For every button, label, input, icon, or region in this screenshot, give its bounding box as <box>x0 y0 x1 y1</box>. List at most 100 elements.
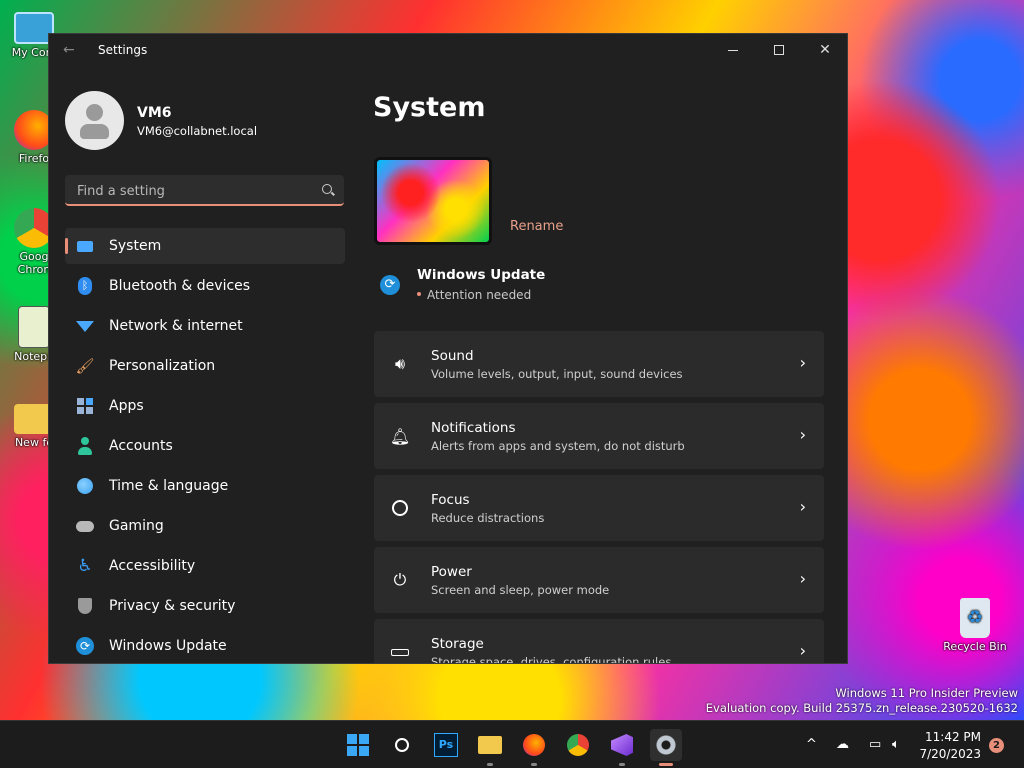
sidebar-item-label: Windows Update <box>109 638 227 654</box>
brush-icon: 🖌 <box>75 357 95 375</box>
recycle-bin-icon: ♻ <box>960 598 990 638</box>
avatar-head <box>86 104 103 121</box>
sidebar-item-personalization[interactable]: 🖌 Personalization <box>65 348 345 384</box>
sidebar-item-label: Privacy & security <box>109 598 236 614</box>
sidebar-nav: System ᛒ Bluetooth & devices Network & i… <box>65 228 345 663</box>
window-title: Settings <box>98 43 148 57</box>
card-title: Storage <box>431 636 484 652</box>
search-icon <box>395 738 409 752</box>
sidebar-item-time-language[interactable]: Time & language <box>65 468 345 504</box>
avatar[interactable] <box>65 91 124 150</box>
sidebar-item-privacy-security[interactable]: Privacy & security <box>65 588 345 624</box>
card-focus[interactable]: Focus Reduce distractions › <box>374 475 824 541</box>
bell-icon: 🔔︎ <box>389 426 411 446</box>
taskbar-settings[interactable] <box>650 729 682 766</box>
volume-icon[interactable]: 🔈︎ <box>892 737 900 752</box>
apps-icon <box>75 396 95 416</box>
sidebar-item-accounts[interactable]: Accounts <box>65 428 345 464</box>
card-subtitle: Volume levels, output, input, sound devi… <box>431 367 683 381</box>
maximize-icon <box>774 45 784 55</box>
taskbar: Ps ^ ☁ ▭ 🔈︎ 11:42 PM 7/20/2023 2 <box>0 720 1024 768</box>
wifi-icon <box>75 316 95 336</box>
notepad-icon <box>18 306 50 348</box>
sidebar-item-network-internet[interactable]: Network & internet <box>65 308 345 344</box>
update-icon: ⟳ <box>75 636 95 656</box>
power-icon: ⏻ <box>393 570 407 589</box>
taskbar-visual-studio[interactable] <box>606 729 638 766</box>
card-title: Sound <box>431 348 474 364</box>
sidebar-item-label: Gaming <box>109 518 164 534</box>
sidebar-item-apps[interactable]: Apps <box>65 388 345 424</box>
running-indicator <box>487 763 493 766</box>
windows-logo-icon <box>347 734 369 756</box>
minimize-icon <box>728 49 738 51</box>
title-bar[interactable]: ← Settings ✕ <box>49 34 847 66</box>
windows-update-status: Attention needed <box>427 288 532 302</box>
sidebar-item-label: Time & language <box>109 478 229 494</box>
focus-icon <box>389 497 411 519</box>
search-input[interactable] <box>75 181 309 201</box>
chrome-icon <box>567 734 589 756</box>
firefox-icon <box>523 734 545 756</box>
sidebar-item-label: Network & internet <box>109 318 243 334</box>
taskbar-firefox[interactable] <box>518 729 550 766</box>
os-edition-watermark: Windows 11 Pro Insider Preview <box>835 686 1018 700</box>
active-indicator <box>659 763 673 766</box>
search-box[interactable] <box>65 175 344 206</box>
card-storage[interactable]: Storage Storage space, drives, configura… <box>374 619 824 664</box>
card-title: Power <box>431 564 472 580</box>
card-subtitle: Storage space, drives, configuration rul… <box>431 655 672 664</box>
gear-icon <box>655 734 677 756</box>
profile-name: VM6 <box>137 105 172 121</box>
network-icon[interactable]: ▭ <box>869 737 881 752</box>
monitor-icon <box>75 236 95 256</box>
notification-badge[interactable]: 2 <box>989 738 1004 753</box>
taskbar-chrome[interactable] <box>562 729 594 761</box>
sidebar-item-label: Accessibility <box>109 558 196 574</box>
sidebar-item-label: Bluetooth & devices <box>109 278 251 294</box>
folder-icon <box>478 736 502 754</box>
sidebar-item-bluetooth-devices[interactable]: ᛒ Bluetooth & devices <box>65 268 345 304</box>
desktop-icon-recycle-bin[interactable]: ♻ Recycle Bin <box>943 598 1007 653</box>
minimize-button[interactable] <box>710 34 756 66</box>
back-arrow-icon[interactable]: ← <box>63 43 79 57</box>
search-icon[interactable] <box>322 184 332 194</box>
taskbar-photoshop[interactable]: Ps <box>430 729 462 761</box>
windows-update-title[interactable]: Windows Update <box>417 267 545 283</box>
sidebar-item-label: System <box>109 238 162 254</box>
settings-cards: 🔊︎ Sound Volume levels, output, input, s… <box>374 331 824 664</box>
card-notifications[interactable]: 🔔︎ Notifications Alerts from apps and sy… <box>374 403 824 469</box>
sidebar-item-accessibility[interactable]: ♿ Accessibility <box>65 548 345 584</box>
sidebar-item-windows-update[interactable]: ⟳ Windows Update <box>65 628 345 663</box>
close-button[interactable]: ✕ <box>802 34 847 66</box>
accessibility-icon: ♿ <box>77 556 93 576</box>
photoshop-icon: Ps <box>434 733 458 757</box>
windows-update-icon: ⟳ <box>380 275 400 295</box>
onedrive-icon[interactable]: ☁ <box>836 737 849 752</box>
chevron-right-icon: › <box>799 497 806 516</box>
taskbar-file-explorer[interactable] <box>474 729 506 766</box>
rename-link[interactable]: Rename <box>510 219 563 234</box>
avatar-body <box>80 124 109 139</box>
clock-date[interactable]: 7/20/2023 <box>919 747 981 761</box>
person-icon <box>75 436 95 456</box>
chevron-right-icon: › <box>799 641 806 660</box>
sidebar-item-system[interactable]: System <box>65 228 345 264</box>
close-icon: ✕ <box>819 42 831 58</box>
card-sound[interactable]: 🔊︎ Sound Volume levels, output, input, s… <box>374 331 824 397</box>
maximize-button[interactable] <box>756 34 802 66</box>
shield-icon <box>75 596 95 616</box>
card-power[interactable]: ⏻ Power Screen and sleep, power mode › <box>374 547 824 613</box>
taskbar-search-button[interactable] <box>386 729 418 761</box>
visual-studio-icon <box>611 734 633 756</box>
build-watermark: Evaluation copy. Build 25375.zn_release.… <box>705 701 1018 715</box>
sidebar-item-gaming[interactable]: Gaming <box>65 508 345 544</box>
running-indicator <box>619 763 625 766</box>
card-title: Notifications <box>431 420 516 436</box>
profile-email: VM6@collabnet.local <box>137 124 258 138</box>
start-button[interactable] <box>342 729 374 761</box>
clock-time[interactable]: 11:42 PM <box>925 730 981 744</box>
card-subtitle: Reduce distractions <box>431 511 545 525</box>
chevron-right-icon: › <box>799 569 806 588</box>
chevron-up-icon[interactable]: ^ <box>806 737 817 752</box>
